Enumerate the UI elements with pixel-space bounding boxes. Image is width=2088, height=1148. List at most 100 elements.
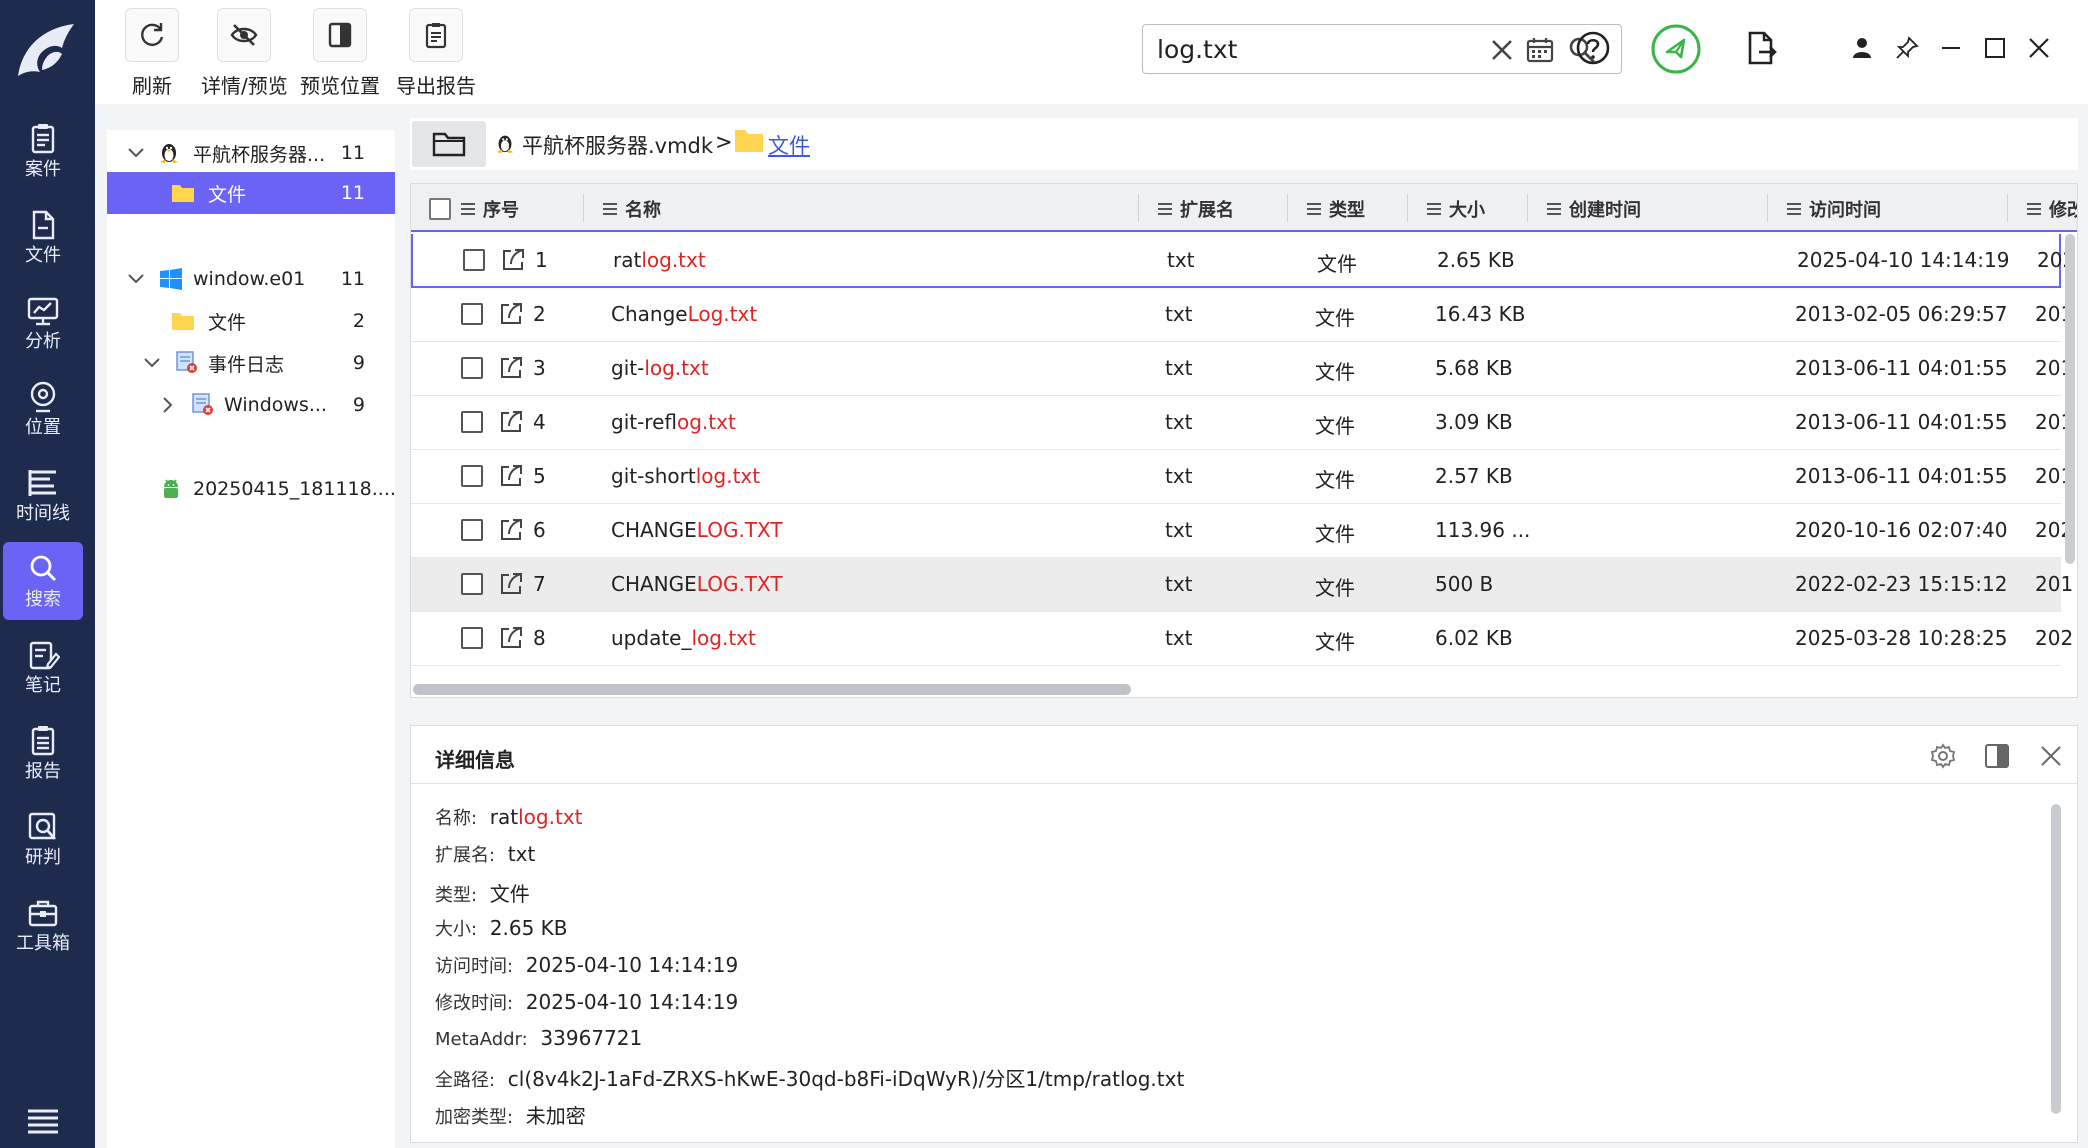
- breadcrumb-disk[interactable]: 平航杯服务器.vmdk: [522, 130, 713, 160]
- col-divider[interactable]: [1287, 194, 1288, 222]
- menu-icon[interactable]: [26, 1108, 60, 1134]
- file-export-icon[interactable]: [1743, 30, 1779, 66]
- nav-item-report[interactable]: 报告: [3, 714, 83, 792]
- chevron-down-icon[interactable]: [143, 354, 161, 372]
- vertical-scrollbar[interactable]: [2065, 234, 2075, 564]
- col-type[interactable]: 类型: [1307, 196, 1365, 222]
- tree-node-server-files[interactable]: 文件 11: [107, 172, 395, 214]
- col-name[interactable]: 名称: [603, 196, 661, 222]
- nav-item-location[interactable]: 位置: [3, 370, 83, 448]
- col-modified[interactable]: 修改: [2027, 196, 2077, 222]
- horizontal-scrollbar[interactable]: [413, 684, 1131, 695]
- chevron-right-icon[interactable]: [159, 396, 177, 414]
- chevron-down-icon[interactable]: [127, 144, 145, 162]
- cell-ext: txt: [1165, 302, 1193, 326]
- tree-count: 9: [352, 352, 365, 374]
- tree-node-event-logs[interactable]: 事件日志 9: [107, 342, 395, 384]
- nav-item-analysis[interactable]: 分析: [3, 284, 83, 362]
- breadcrumb-folder[interactable]: 文件: [768, 130, 810, 160]
- nav-item-files[interactable]: 文件: [3, 198, 83, 276]
- select-all-checkbox[interactable]: [429, 198, 451, 220]
- nav-item-search[interactable]: 搜索: [3, 542, 83, 620]
- row-checkbox[interactable]: [463, 249, 485, 271]
- detail-key: 扩展名:: [435, 845, 496, 866]
- nav-label: 文件: [25, 245, 61, 266]
- tree-node-windows-logs[interactable]: Windows... 9: [107, 384, 395, 426]
- preview-position-button[interactable]: 预览位置: [300, 8, 380, 99]
- share-icon[interactable]: [497, 462, 525, 490]
- table-row[interactable]: 4 git-reflog.txt txt 文件 3.09 KB 2013-06-11 04…: [411, 396, 2073, 450]
- row-checkbox[interactable]: [461, 357, 483, 379]
- tree-node-window-files[interactable]: 文件 2: [107, 300, 395, 342]
- tree-node-android[interactable]: 20250415_181118....: [107, 468, 396, 510]
- gear-icon[interactable]: [1929, 742, 1957, 770]
- detail-key: 加密类型:: [435, 1107, 514, 1128]
- cell-ext: txt: [1165, 626, 1193, 650]
- detail-key: 名称:: [435, 808, 478, 829]
- nav-item-case[interactable]: 案件: [3, 112, 83, 190]
- row-checkbox[interactable]: [461, 465, 483, 487]
- col-seq[interactable]: 序号: [461, 196, 519, 222]
- share-icon[interactable]: [497, 570, 525, 598]
- share-icon[interactable]: [497, 300, 525, 328]
- col-divider[interactable]: [1767, 194, 1768, 222]
- export-report-button[interactable]: 导出报告: [396, 8, 476, 99]
- cell-name: git-reflog.txt: [611, 410, 736, 434]
- col-ext[interactable]: 扩展名: [1158, 196, 1234, 222]
- share-icon[interactable]: [497, 354, 525, 382]
- col-divider[interactable]: [1527, 194, 1528, 222]
- help-icon[interactable]: [1575, 30, 1611, 66]
- row-checkbox[interactable]: [461, 573, 483, 595]
- minimize-icon[interactable]: [1939, 36, 1963, 60]
- col-divider[interactable]: [2007, 194, 2008, 222]
- table-row[interactable]: 8 update_log.txt txt 文件 6.02 KB 2025-03-28 10…: [411, 612, 2073, 666]
- cell-name: ChangeLog.txt: [611, 302, 757, 326]
- nav-item-judge[interactable]: 研判: [3, 800, 83, 878]
- col-created-label: 创建时间: [1569, 200, 1641, 221]
- close-icon[interactable]: [2027, 36, 2051, 60]
- chevron-down-icon[interactable]: [127, 270, 145, 288]
- share-icon[interactable]: [497, 516, 525, 544]
- share-icon[interactable]: [497, 624, 525, 652]
- nav-item-timeline[interactable]: 时间线: [3, 456, 83, 534]
- col-name-label: 名称: [625, 200, 661, 221]
- col-divider[interactable]: [1138, 194, 1139, 222]
- rocket-icon[interactable]: [1650, 23, 1702, 75]
- col-created[interactable]: 创建时间: [1547, 196, 1641, 222]
- tree-node-server[interactable]: 平航杯服务器... 11: [107, 132, 395, 174]
- user-icon[interactable]: [1850, 36, 1874, 60]
- name-match: LOG.TXT: [696, 572, 783, 596]
- panel-right-icon[interactable]: [1983, 742, 2011, 770]
- tree-node-window-e01[interactable]: window.e01 11: [107, 258, 395, 300]
- refresh-button[interactable]: 刷新: [125, 8, 179, 99]
- row-checkbox[interactable]: [461, 411, 483, 433]
- nav-item-toolbox[interactable]: 工具箱: [3, 886, 83, 964]
- share-icon[interactable]: [499, 246, 527, 274]
- share-icon[interactable]: [497, 408, 525, 436]
- table-row[interactable]: 1 ratlog.txt txt 文件 2.65 KB 2025-04-10 14:14:…: [411, 234, 2075, 288]
- col-size[interactable]: 大小: [1427, 196, 1485, 222]
- detail-value: 未加密: [525, 1104, 586, 1128]
- table-row[interactable]: 2 ChangeLog.txt txt 文件 16.43 KB 2013-02-05 06…: [411, 288, 2073, 342]
- maximize-icon[interactable]: [1983, 36, 2007, 60]
- table-row[interactable]: 5 git-shortlog.txt txt 文件 2.57 KB 2013-06-11 …: [411, 450, 2073, 504]
- details-preview-button[interactable]: 详情/预览: [201, 8, 288, 99]
- table-row[interactable]: 7 CHANGELOG.TXT txt 文件 500 B 2022-02-23 15:15…: [411, 558, 2073, 612]
- col-divider[interactable]: [583, 194, 584, 222]
- pin-icon[interactable]: [1895, 36, 1919, 60]
- col-accessed[interactable]: 访问时间: [1787, 196, 1881, 222]
- col-divider[interactable]: [1407, 194, 1408, 222]
- row-checkbox[interactable]: [461, 303, 483, 325]
- close-panel-icon[interactable]: [2037, 742, 2065, 770]
- nav-item-notes[interactable]: 笔记: [3, 628, 83, 706]
- calendar-icon[interactable]: [1525, 35, 1555, 65]
- row-checkbox[interactable]: [461, 519, 483, 541]
- browse-folder-button[interactable]: [412, 121, 486, 167]
- detail-scrollbar[interactable]: [2051, 804, 2061, 1114]
- table-row[interactable]: 6 CHANGELOG.TXT txt 文件 113.96 ... 2020-10-16 …: [411, 504, 2073, 558]
- search-input[interactable]: [1157, 31, 1457, 67]
- row-checkbox[interactable]: [461, 627, 483, 649]
- cell-ext: txt: [1165, 356, 1193, 380]
- table-row[interactable]: 3 git-log.txt txt 文件 5.68 KB 2013-06-11 04:01…: [411, 342, 2073, 396]
- clear-icon[interactable]: [1487, 35, 1517, 65]
